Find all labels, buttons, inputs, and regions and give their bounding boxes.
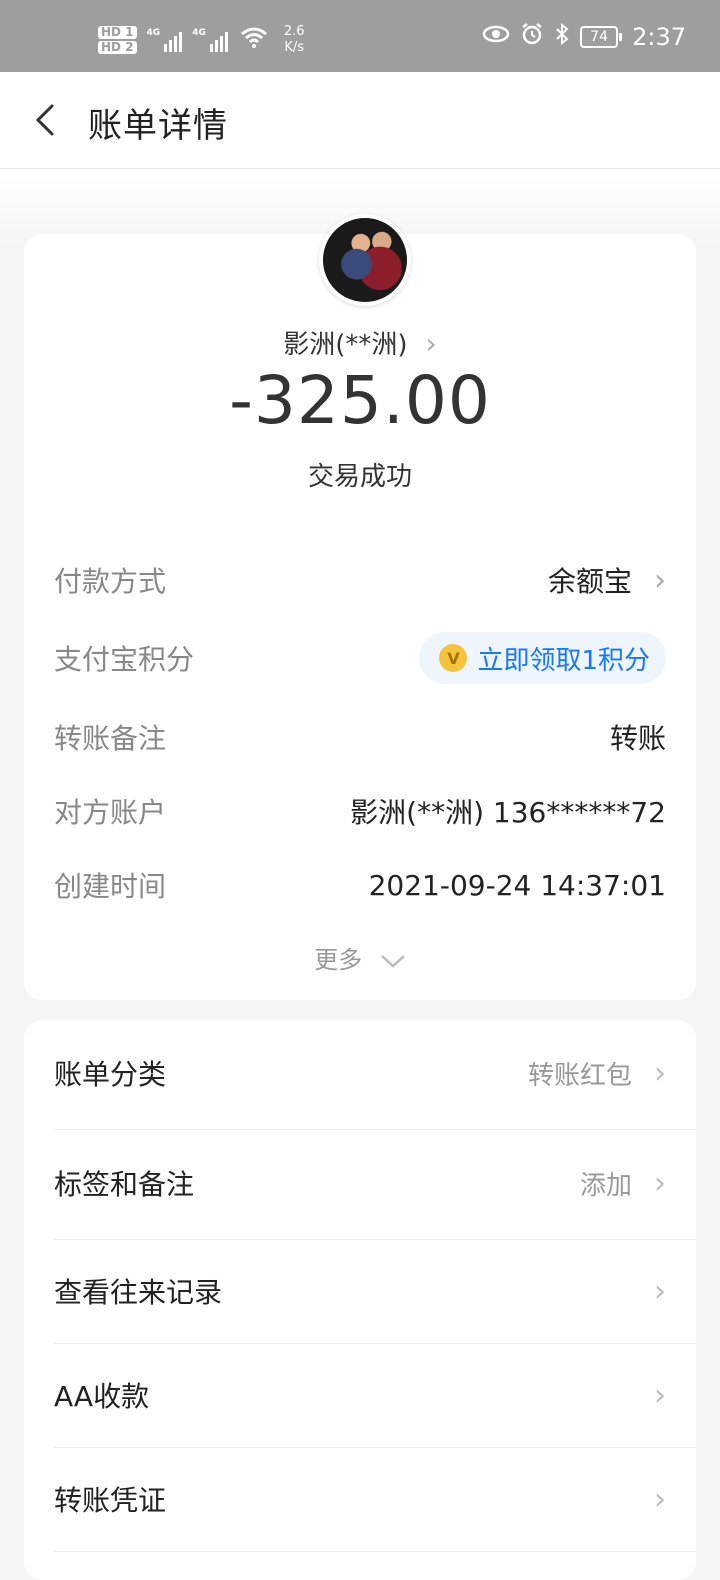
status-bar: HD 1 HD 2 4G 4G 2.6 K/s 74 2:37 xyxy=(0,0,720,72)
detail-label: 支付宝积分 xyxy=(54,643,195,676)
back-button[interactable] xyxy=(28,100,68,140)
menu-aa-collect[interactable]: AA收款 › xyxy=(54,1368,666,1422)
menu-label: 标签和备注 xyxy=(54,1168,195,1201)
clock: 2:37 xyxy=(632,23,686,51)
detail-payment-method[interactable]: 付款方式 余额宝 › xyxy=(54,558,666,602)
chevron-right-icon: › xyxy=(654,1377,666,1413)
signal-icon-2: 4G xyxy=(192,28,228,52)
menu-value: 转账红包 xyxy=(527,1060,632,1091)
detail-created-time: 创建时间 2021-09-24 14:37:01 xyxy=(54,863,666,907)
chevron-right-icon: › xyxy=(654,1481,666,1517)
network-type-2: 4G xyxy=(192,28,206,38)
menu-label: 转账凭证 xyxy=(54,1484,167,1517)
payee-label: 影洲(**洲) xyxy=(283,330,408,360)
chevron-right-icon: › xyxy=(654,1165,666,1201)
menu-transfer-receipt[interactable]: 转账凭证 › xyxy=(54,1472,666,1526)
payee-name[interactable]: 影洲(**洲) › xyxy=(24,324,696,361)
page-title: 账单详情 xyxy=(88,106,228,146)
chevron-left-icon xyxy=(35,104,54,136)
detail-alipay-points: 支付宝积分 V 立即领取1积分 xyxy=(54,632,666,684)
divider xyxy=(54,1343,696,1344)
detail-value: 余额宝 xyxy=(547,565,632,598)
claim-points-button[interactable]: V 立即领取1积分 xyxy=(419,632,666,684)
eye-icon xyxy=(482,24,510,50)
more-label: 更多 xyxy=(314,946,363,974)
amount: -325.00 xyxy=(229,362,491,439)
divider xyxy=(54,1447,696,1448)
avatar[interactable] xyxy=(319,214,411,306)
detail-value: 转账 xyxy=(609,722,666,755)
detail-value: 影洲(**洲) 136******72 xyxy=(350,796,666,829)
menu-label: 账单分类 xyxy=(54,1058,167,1091)
menu-bill-category[interactable]: 账单分类 转账红包 › xyxy=(54,1046,666,1100)
detail-value: 2021-09-24 14:37:01 xyxy=(368,868,666,902)
more-button[interactable]: 更多 xyxy=(24,940,696,975)
alarm-icon xyxy=(520,22,544,52)
wifi-icon xyxy=(240,26,268,54)
speed-unit: K/s xyxy=(284,40,305,55)
chevron-right-icon: › xyxy=(425,327,437,360)
battery-icon: 74 xyxy=(580,26,623,48)
bluetooth-icon xyxy=(554,22,570,52)
menu-transaction-history[interactable]: 查看往来记录 › xyxy=(54,1264,666,1318)
detail-label: 转账备注 xyxy=(54,722,167,755)
actions-card: 账单分类 转账红包 › 标签和备注 添加 › 查看往来记录 › AA收款 › 转账凭… xyxy=(24,1020,696,1580)
detail-label: 创建时间 xyxy=(54,870,167,903)
menu-label: 查看往来记录 xyxy=(54,1276,223,1309)
menu-value: 添加 xyxy=(579,1170,632,1201)
hd-indicators: HD 1 HD 2 xyxy=(98,26,137,54)
transaction-card: 影洲(**洲) › -325.00 交易成功 付款方式 余额宝 › 支付宝积分 V … xyxy=(24,214,696,1000)
detail-transfer-note: 转账备注 转账 xyxy=(54,715,666,759)
menu-label: AA收款 xyxy=(54,1380,150,1413)
network-status: HD 1 HD 2 4G 4G 2.6 K/s xyxy=(98,20,305,60)
network-speed: 2.6 K/s xyxy=(284,24,305,56)
divider xyxy=(54,1551,696,1552)
chevron-right-icon: › xyxy=(654,1055,666,1091)
hd2-badge: HD 2 xyxy=(98,41,137,54)
detail-label: 对方账户 xyxy=(54,796,167,829)
chevron-right-icon: › xyxy=(654,562,666,598)
signal-icon: 4G xyxy=(147,28,183,52)
coin-icon: V xyxy=(439,644,468,672)
chevron-down-icon xyxy=(380,946,406,974)
divider xyxy=(54,1129,696,1130)
system-status: 74 2:37 xyxy=(482,22,686,52)
detail-label: 付款方式 xyxy=(54,565,167,598)
speed-value: 2.6 xyxy=(283,24,305,39)
header: 账单详情 xyxy=(0,72,720,169)
claim-points-label: 立即领取1积分 xyxy=(477,645,650,676)
detail-counterparty: 对方账户 影洲(**洲) 136******72 xyxy=(54,789,666,833)
divider xyxy=(54,1239,696,1240)
hd1-badge: HD 1 xyxy=(98,26,137,39)
menu-tags-notes[interactable]: 标签和备注 添加 › xyxy=(54,1156,666,1210)
transaction-status: 交易成功 xyxy=(307,462,412,492)
network-type-1: 4G xyxy=(146,28,161,38)
chevron-right-icon: › xyxy=(654,1273,666,1309)
